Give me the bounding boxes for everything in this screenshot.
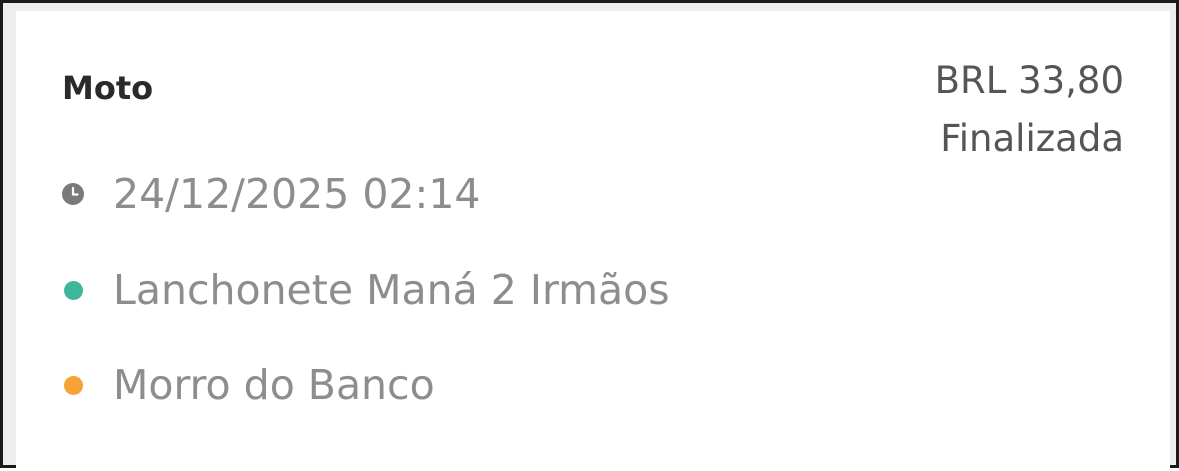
ride-status: Finalizada — [940, 117, 1124, 160]
dropoff-location-row: Morro do Banco — [62, 360, 435, 410]
ride-datetime: 24/12/2025 02:14 — [113, 170, 481, 218]
pickup-location-row: Lanchonete Maná 2 Irmãos — [62, 265, 670, 315]
vehicle-type-label: Moto — [62, 69, 154, 107]
dropoff-location: Morro do Banco — [113, 361, 435, 409]
pickup-dot-icon — [62, 279, 84, 301]
pickup-location: Lanchonete Maná 2 Irmãos — [113, 266, 670, 314]
dropoff-dot-icon — [62, 374, 84, 396]
screenshot-frame: Moto BRL 33,80 Finalizada 24/12/2025 02:… — [0, 0, 1179, 471]
clock-icon — [62, 183, 84, 205]
ride-datetime-row: 24/12/2025 02:14 — [62, 169, 481, 219]
ride-history-card[interactable]: Moto BRL 33,80 Finalizada 24/12/2025 02:… — [16, 11, 1170, 471]
ride-price: BRL 33,80 — [934, 59, 1124, 102]
